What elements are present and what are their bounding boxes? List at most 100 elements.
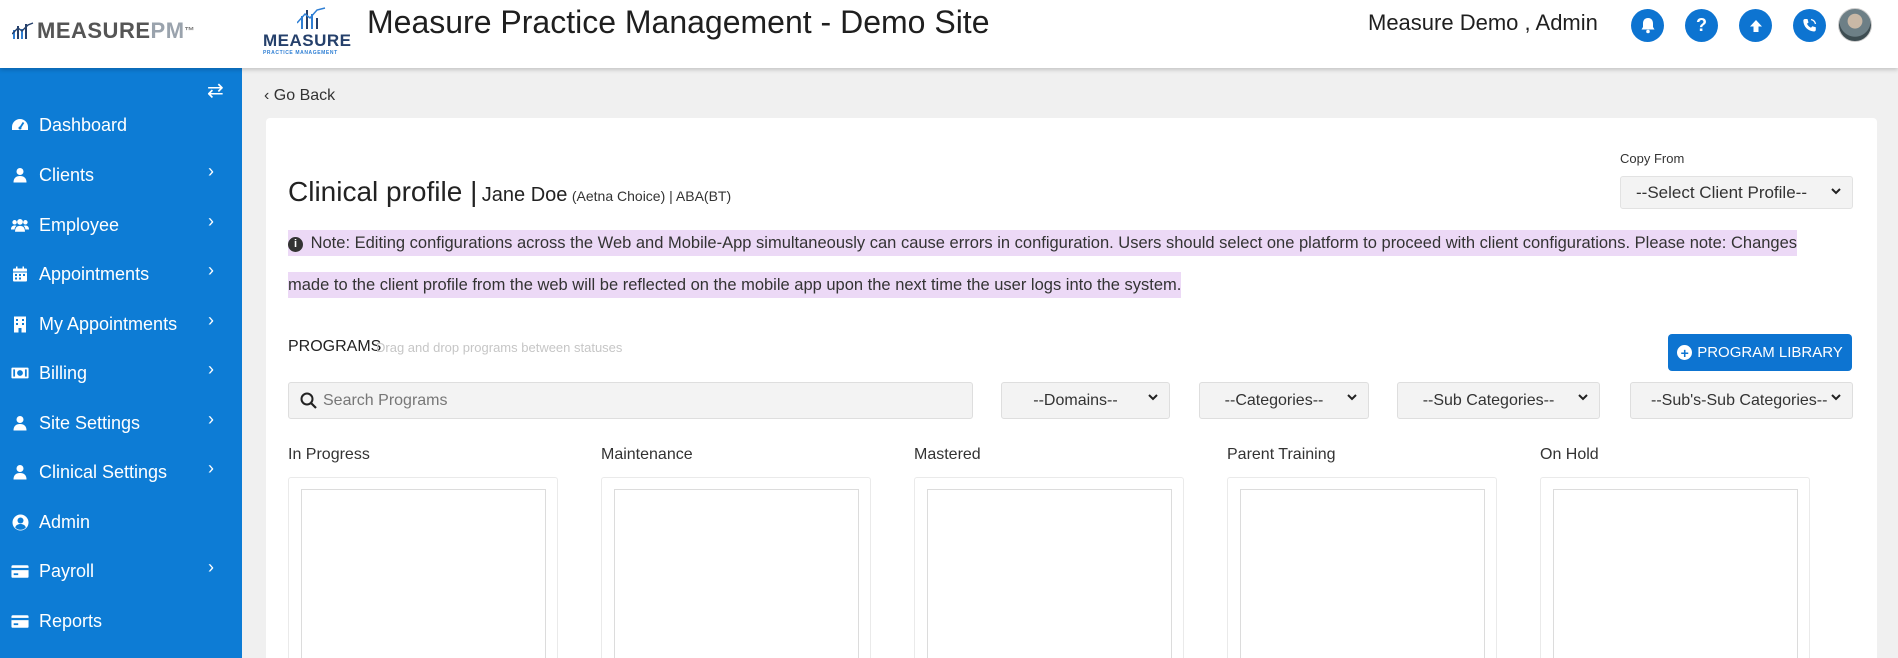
sidebar-item-label: Admin [39, 511, 91, 532]
chevron-right-icon: › [208, 211, 214, 231]
dropzone-inner [1553, 489, 1798, 658]
sidebar-item-label: Payroll [39, 560, 95, 581]
user-name[interactable]: Measure Demo , Admin [1368, 10, 1598, 36]
sidebar-item-admin[interactable]: Admin [0, 500, 242, 544]
users-icon [11, 217, 29, 233]
sidebar-item-label: Billing [39, 362, 88, 383]
client-detail: (Aetna Choice) | ABA(BT) [571, 188, 732, 204]
search-input[interactable] [323, 383, 963, 418]
sub-categories-select-value: --Sub Categories-- [1422, 391, 1555, 409]
chevron-down-icon [1346, 391, 1358, 406]
user-circle-icon [11, 514, 29, 531]
upload-icon[interactable] [1739, 9, 1772, 42]
brand-suffix-text: PM [150, 18, 185, 43]
categories-select-value: --Categories-- [1224, 391, 1324, 409]
profile-title-text: Clinical profile | [288, 176, 478, 207]
user-icon [11, 167, 29, 183]
chevron-right-icon: › [208, 557, 214, 577]
column-parent-training-dropzone[interactable] [1227, 477, 1497, 658]
categories-select[interactable]: --Categories-- [1199, 382, 1369, 419]
logo-bars-icon [12, 22, 34, 39]
dropzone-inner [927, 489, 1172, 658]
dropzone-inner [614, 489, 859, 658]
site-title: Measure Practice Management - Demo Site [367, 4, 990, 40]
config-note: i Note: Editing configurations across th… [288, 222, 1848, 306]
brand-logo[interactable]: MEASURE PM ™ [12, 18, 195, 44]
chevron-down-icon [1147, 391, 1159, 406]
column-on-hold-label: On Hold [1540, 446, 1599, 463]
column-maintenance-dropzone[interactable] [601, 477, 871, 658]
client-name: Jane Doe [481, 184, 568, 206]
column-in-progress-dropzone[interactable] [288, 477, 558, 658]
domains-select-value: --Domains-- [1033, 391, 1118, 409]
sidebar-item-label: Reports [39, 610, 103, 631]
chevron-down-icon [1577, 391, 1589, 406]
sidebar-item-appointments[interactable]: Appointments › [0, 252, 242, 296]
bell-icon[interactable] [1631, 9, 1664, 42]
building-icon [11, 316, 29, 333]
chevron-right-icon: › [208, 359, 214, 379]
programs-hint: Drag and drop programs between statuses [376, 340, 623, 355]
sub-categories-select[interactable]: --Sub Categories-- [1397, 382, 1600, 419]
subs-sub-categories-select[interactable]: --Sub's-Sub Categories-- [1630, 382, 1853, 419]
dropzone-inner [1240, 489, 1485, 658]
dashboard-icon [11, 117, 29, 133]
sidebar-toggle-icon[interactable]: ⇄ [207, 78, 224, 103]
chevron-right-icon: › [208, 161, 214, 181]
sidebar-item-reports[interactable]: Reports [0, 599, 242, 643]
sidebar: ⇄ Dashboard Clients › Employee › Appoint… [0, 68, 242, 658]
plus-circle-icon: + [1677, 345, 1693, 360]
program-library-button[interactable]: + PROGRAM LIBRARY [1668, 334, 1852, 371]
sidebar-item-clients[interactable]: Clients › [0, 153, 242, 197]
copy-from-value: --Select Client Profile-- [1636, 182, 1807, 202]
search-icon [300, 392, 317, 414]
search-programs [288, 382, 973, 419]
sidebar-item-clinical-settings[interactable]: Clinical Settings › [0, 450, 242, 494]
phone-icon[interactable] [1793, 9, 1826, 42]
chevron-left-icon: ‹ [264, 87, 270, 104]
program-library-label: PROGRAM LIBRARY [1697, 344, 1843, 361]
logo-subtitle: PRACTICE MANAGEMENT [263, 50, 338, 56]
sidebar-item-billing[interactable]: Billing › [0, 351, 242, 395]
measure-practice-logo: MEASURE PRACTICE MANAGEMENT [261, 6, 361, 58]
avatar[interactable] [1838, 8, 1872, 42]
top-bar: MEASURE PM ™ MEASURE PRACTICE MANAGEMENT M… [0, 0, 1898, 68]
column-on-hold-dropzone[interactable] [1540, 477, 1810, 658]
brand-tm-text: ™ [184, 25, 196, 37]
brand-main-text: MEASURE [37, 18, 151, 43]
sidebar-item-label: Clients [39, 164, 95, 185]
chevron-down-icon [1828, 391, 1842, 406]
column-parent-training-label: Parent Training [1227, 446, 1336, 463]
help-icon[interactable]: ? [1685, 9, 1718, 42]
subs-sub-categories-select-value: --Sub's-Sub Categories-- [1651, 391, 1828, 409]
go-back-link[interactable]: ‹ Go Back [264, 87, 335, 105]
copy-from-select[interactable]: --Select Client Profile-- [1620, 176, 1853, 209]
chevron-right-icon: › [208, 409, 214, 429]
info-icon: i [288, 237, 303, 252]
chevron-right-icon: › [208, 310, 214, 330]
money-icon [11, 366, 29, 380]
note-line-2: made to the client profile from the web … [288, 272, 1182, 298]
sidebar-item-site-settings[interactable]: Site Settings › [0, 401, 242, 445]
credit-card-icon [11, 564, 29, 579]
sidebar-item-label: Site Settings [39, 412, 141, 433]
column-mastered-dropzone[interactable] [914, 477, 1184, 658]
chevron-right-icon: › [208, 260, 214, 280]
page-title: Clinical profile | Jane Doe (Aetna Choic… [288, 176, 731, 208]
column-maintenance-label: Maintenance [601, 446, 693, 463]
sidebar-item-label: Appointments [39, 263, 150, 284]
logo-word: MEASURE [263, 31, 352, 50]
domains-select[interactable]: --Domains-- [1001, 382, 1170, 419]
sidebar-item-my-appointments[interactable]: My Appointments › [0, 302, 242, 346]
sidebar-item-payroll[interactable]: Payroll › [0, 549, 242, 593]
credit-card-icon [11, 614, 29, 629]
sidebar-item-label: Clinical Settings [39, 461, 168, 482]
sidebar-item-label: Dashboard [39, 114, 128, 135]
programs-heading: PROGRAMS [288, 338, 382, 355]
column-in-progress-label: In Progress [288, 446, 370, 463]
copy-from-label: Copy From [1620, 151, 1685, 166]
sidebar-item-dashboard[interactable]: Dashboard [0, 103, 242, 147]
chevron-down-icon [1830, 185, 1842, 200]
calendar-icon [11, 266, 29, 282]
sidebar-item-employee[interactable]: Employee › [0, 203, 242, 247]
